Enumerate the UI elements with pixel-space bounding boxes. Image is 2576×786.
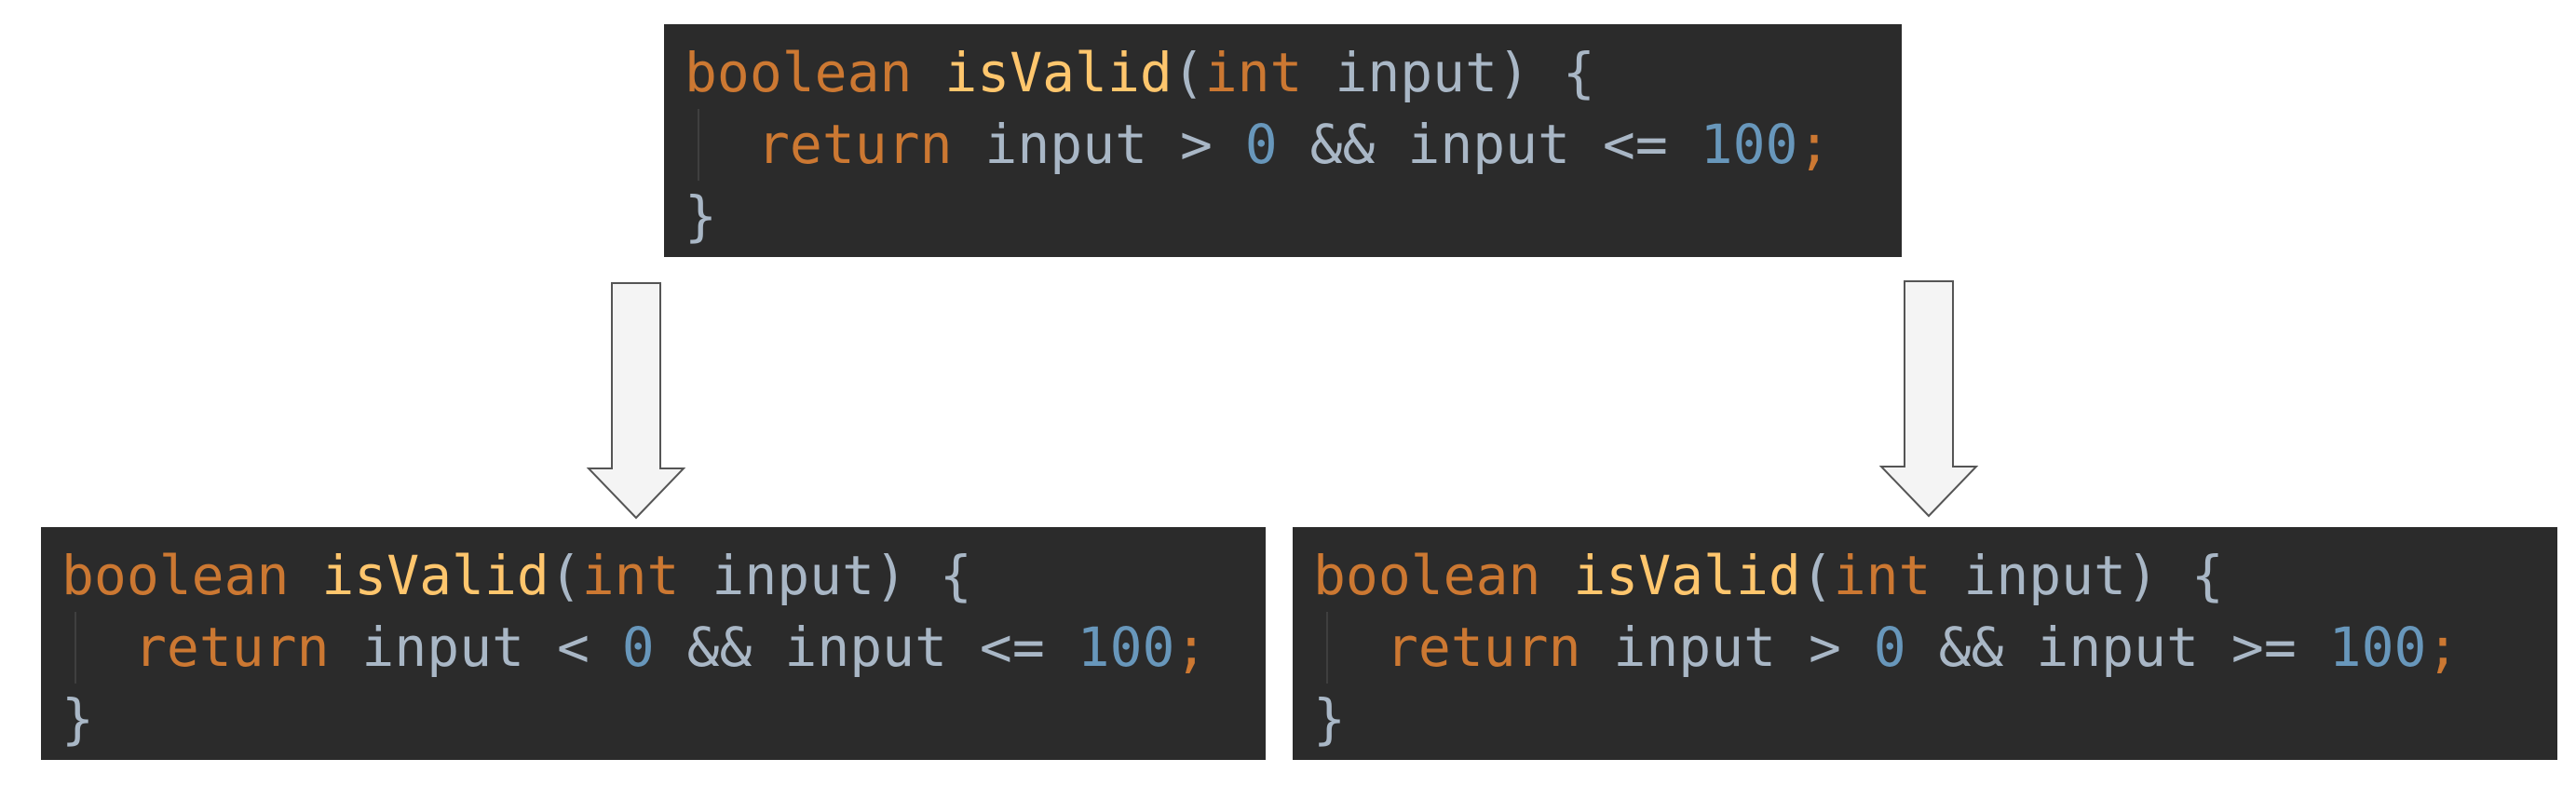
code-line-close: } xyxy=(41,684,1266,755)
code-block-mutant-1: boolean isValid(int input) { return inpu… xyxy=(41,527,1266,760)
number-zero: 0 xyxy=(621,616,655,679)
number-zero: 0 xyxy=(1244,113,1278,176)
down-arrow-icon xyxy=(586,282,686,520)
close-brace: } xyxy=(685,184,717,248)
semicolon: ; xyxy=(1174,616,1208,679)
parameter-text: input) { xyxy=(1931,544,2224,607)
condition-right: && input <= xyxy=(1277,113,1701,176)
code-block-original: boolean isValid(int input) { return inpu… xyxy=(664,24,1902,257)
semicolon: ; xyxy=(1797,113,1831,176)
code-block-mutant-2: boolean isValid(int input) { return inpu… xyxy=(1293,527,2557,760)
number-hundred: 100 xyxy=(1077,616,1175,679)
code-line-signature: boolean isValid(int input) { xyxy=(41,540,1266,612)
indent-guide xyxy=(1326,612,1328,684)
code-line-return: return input > 0 && input >= 100; xyxy=(1293,612,2557,684)
indent-guide xyxy=(698,109,699,181)
keyword-boolean: boolean xyxy=(1313,544,1541,607)
keyword-int: int xyxy=(1833,544,1932,607)
function-name: isValid xyxy=(944,41,1173,104)
number-hundred: 100 xyxy=(1700,113,1798,176)
condition-right: && input >= xyxy=(1905,616,2329,679)
keyword-return: return xyxy=(134,616,330,679)
semicolon: ; xyxy=(2426,616,2460,679)
number-zero: 0 xyxy=(1873,616,1906,679)
code-line-return: return input > 0 && input <= 100; xyxy=(664,109,1902,181)
parameter-text: input) { xyxy=(1302,41,1595,104)
close-brace: } xyxy=(61,687,94,751)
open-paren: ( xyxy=(549,544,582,607)
function-name: isValid xyxy=(321,544,549,607)
keyword-int: int xyxy=(1204,41,1303,104)
condition-left: input < xyxy=(329,616,622,679)
condition-left: input > xyxy=(1580,616,1874,679)
keyword-boolean: boolean xyxy=(685,41,913,104)
keyword-boolean: boolean xyxy=(61,544,290,607)
indent-guide xyxy=(75,612,76,684)
code-line-close: } xyxy=(1293,684,2557,755)
condition-left: input > xyxy=(952,113,1245,176)
code-line-close: } xyxy=(664,181,1902,252)
function-name: isValid xyxy=(1573,544,1801,607)
keyword-return: return xyxy=(757,113,953,176)
parameter-text: input) { xyxy=(679,544,972,607)
down-arrow-icon xyxy=(1878,280,1979,518)
open-paren: ( xyxy=(1172,41,1205,104)
open-paren: ( xyxy=(1800,544,1834,607)
close-brace: } xyxy=(1313,687,1346,751)
keyword-int: int xyxy=(581,544,680,607)
keyword-return: return xyxy=(1386,616,1581,679)
code-line-return: return input < 0 && input <= 100; xyxy=(41,612,1266,684)
number-hundred: 100 xyxy=(2328,616,2427,679)
code-line-signature: boolean isValid(int input) { xyxy=(664,37,1902,109)
condition-right: && input <= xyxy=(654,616,1078,679)
code-line-signature: boolean isValid(int input) { xyxy=(1293,540,2557,612)
